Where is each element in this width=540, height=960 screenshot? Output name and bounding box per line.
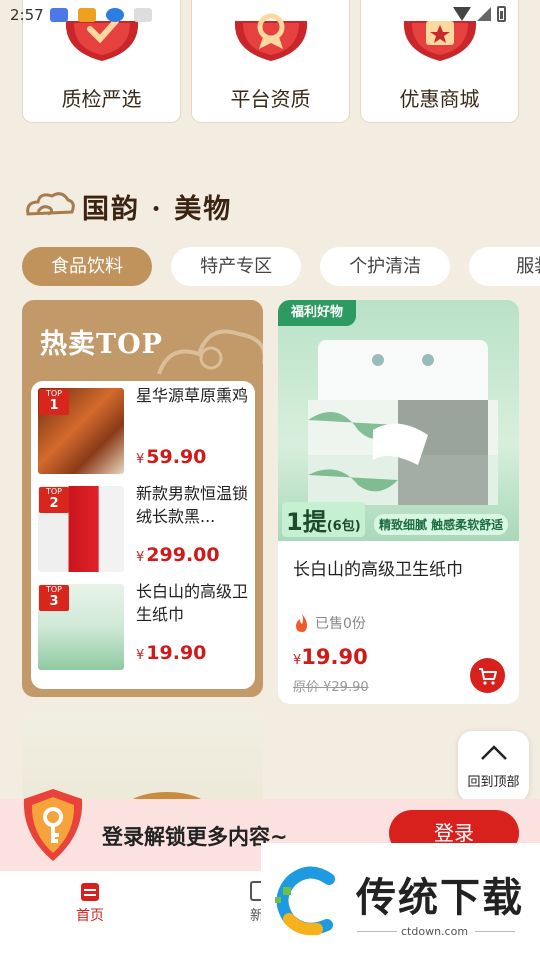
watermark-text: 传统下载 <box>356 875 524 921</box>
product-image: 福利好物 1提(6包) 精致细腻 触感柔软舒适 <box>278 300 519 541</box>
product-thumbnail: TOP 1 <box>38 388 124 474</box>
status-icons <box>453 6 506 22</box>
status-bar: 2:57 <box>0 0 540 30</box>
welfare-tag: 福利好物 <box>278 300 356 326</box>
hot-item-price: ¥19.90 <box>136 642 207 664</box>
download-notification-icon <box>106 8 124 22</box>
hot-item-price: ¥59.90 <box>136 446 207 468</box>
product-price: ¥19.90 <box>293 645 368 669</box>
tab-clothing[interactable]: 服装 <box>469 247 540 286</box>
feature-card-label: 优惠商城 <box>399 87 480 111</box>
rank-badge: TOP 3 <box>39 585 69 611</box>
hot-item-price: ¥299.00 <box>136 544 220 566</box>
product-thumbnail: TOP 3 <box>38 584 124 670</box>
cart-icon <box>479 668 497 685</box>
chevron-up-icon <box>481 745 507 760</box>
watermark-logo-icon <box>275 866 335 936</box>
hot-list-item[interactable]: TOP 2 新款男款恒温锁绒长款黑... ¥299.00 <box>38 480 249 572</box>
pack-count: 1提(6包) <box>282 502 365 537</box>
nav-item-home[interactable]: 首页 <box>66 881 114 925</box>
tab-personal-care[interactable]: 个护清洁 <box>320 247 451 286</box>
hot-item-name: 新款男款恒温锁绒长款黑... <box>136 484 249 526</box>
category-tabs: 食品饮料 特产专区 个护清洁 服装 <box>22 247 540 287</box>
feature-card-label: 质检严选 <box>61 87 142 111</box>
tab-specialty[interactable]: 特产专区 <box>171 247 302 286</box>
feature-card-label: 平台资质 <box>230 87 311 111</box>
auspicious-cloud-icon <box>26 191 75 216</box>
cloud-pattern-icon <box>157 329 263 375</box>
add-to-cart-button[interactable] <box>470 658 505 693</box>
key-shield-icon <box>23 789 83 861</box>
section-title-text: 国韵 · 美物 <box>82 194 233 225</box>
wifi-icon <box>453 7 471 21</box>
hot-top-title: 热卖TOP <box>40 329 163 360</box>
signal-icon <box>477 7 491 21</box>
back-to-top-label: 回到顶部 <box>467 775 520 790</box>
hot-list: TOP 1 星华源草原熏鸡 ¥59.90 TOP 2 新款男款恒温锁绒长款黑... … <box>31 381 255 689</box>
watermark: 传统下载 ctdown.com <box>261 843 540 960</box>
divider <box>475 931 515 932</box>
tab-food-drinks[interactable]: 食品饮料 <box>22 247 152 286</box>
hot-item-name: 长白山的高级卫生纸巾 <box>136 582 249 624</box>
home-icon <box>81 883 99 901</box>
pack-slogan: 精致细腻 触感柔软舒适 <box>374 514 509 535</box>
back-to-top-button[interactable]: 回到顶部 <box>458 731 529 802</box>
product-name: 长白山的高级卫生纸巾 <box>293 560 463 580</box>
hot-list-item[interactable]: TOP 1 星华源草原熏鸡 ¥59.90 <box>38 382 249 474</box>
hot-list-item[interactable]: TOP 3 长白山的高级卫生纸巾 ¥19.90 <box>38 578 249 670</box>
rank-badge: TOP 1 <box>39 389 69 415</box>
nav-home-label: 首页 <box>76 908 104 924</box>
login-prompt-text: 登录解锁更多内容~ <box>102 825 288 849</box>
app-notification-icon <box>78 8 96 22</box>
rank-badge: TOP 2 <box>39 487 69 513</box>
section-title: 国韵 · 美物 <box>24 187 232 226</box>
product-card[interactable]: 福利好物 1提(6包) 精致细腻 触感柔软舒适 长白山的高级卫生纸巾 已售0份 … <box>278 300 519 704</box>
battery-icon <box>497 6 506 22</box>
flame-icon <box>296 614 307 632</box>
original-price: 原价 ¥29.90 <box>293 680 369 695</box>
watermark-url: ctdown.com <box>401 925 469 938</box>
hot-item-name: 星华源草原熏鸡 <box>136 386 249 405</box>
product-thumbnail: TOP 2 <box>38 486 124 572</box>
divider <box>357 931 397 932</box>
sold-count: 已售0份 <box>293 613 366 633</box>
status-time: 2:57 <box>10 6 44 24</box>
app-notification-icon <box>50 8 68 22</box>
app-notification-icon <box>134 8 152 22</box>
hot-top-card[interactable]: 热卖TOP TOP 1 星华源草原熏鸡 ¥59.90 TOP 2 新款男款恒温锁绒长… <box>22 300 263 697</box>
